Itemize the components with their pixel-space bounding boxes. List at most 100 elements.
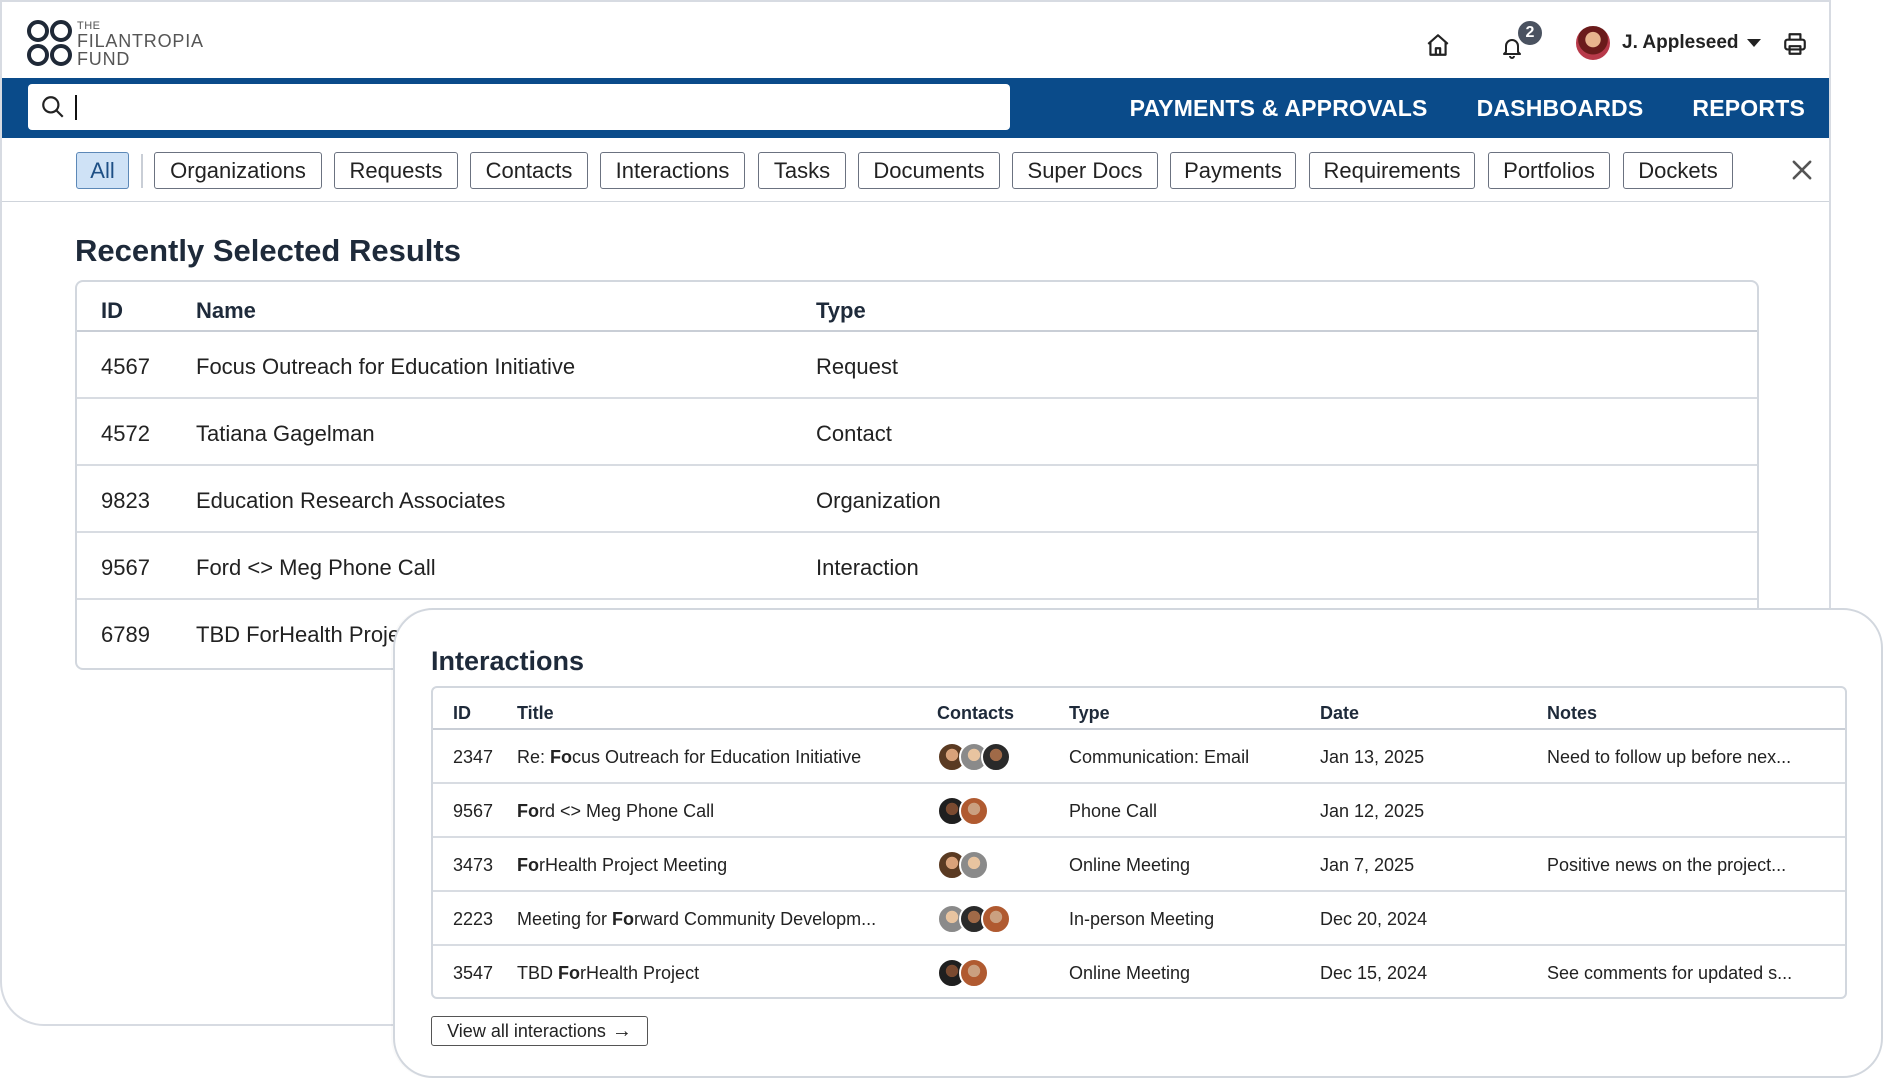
row-name: TBD ForHealth Proje (196, 622, 401, 647)
close-icon[interactable] (1788, 156, 1816, 184)
user-menu[interactable]: J. Appleseed (1574, 24, 1761, 62)
filter-chip-super-docs[interactable]: Super Docs (1012, 152, 1158, 189)
contact-avatars[interactable] (937, 742, 1011, 772)
interactions-title: Interactions (431, 646, 585, 676)
row-name: Ford <> Meg Phone Call (196, 555, 436, 580)
column-header-type: Type (1069, 703, 1110, 723)
filter-divider (141, 154, 143, 188)
table-row[interactable]: 9823 Education Research Associates Organ… (77, 466, 1757, 533)
table-header: ID Title Contacts Type Date Notes (433, 688, 1845, 730)
main-navbar: PAYMENTS & APPROVALS DASHBOARDS REPORTS (2, 78, 1829, 138)
filter-chip-tasks[interactable]: Tasks (758, 152, 846, 189)
row-id: 4572 (101, 421, 150, 446)
search-icon (40, 94, 66, 125)
table-row[interactable]: 2347 Re: Focus Outreach for Education In… (433, 730, 1845, 784)
brand-logo[interactable]: THE FILANTROPIA FUND (27, 20, 204, 68)
row-title: Re: Focus Outreach for Education Initiat… (517, 747, 862, 767)
row-title: Meeting for Forward Community Developm..… (517, 909, 877, 929)
avatar (959, 796, 989, 826)
row-title: ForHealth Project Meeting (517, 855, 728, 875)
row-id: 9823 (101, 488, 150, 513)
column-header-name: Name (196, 298, 256, 323)
table-row[interactable]: 4567 Focus Outreach for Education Initia… (77, 332, 1757, 399)
table-row[interactable]: 4572 Tatiana Gagelman Contact (77, 399, 1757, 466)
avatar (981, 904, 1011, 934)
interactions-table: ID Title Contacts Type Date Notes 2347 R… (431, 686, 1847, 999)
row-date: Jan 7, 2025 (1320, 855, 1415, 875)
logo-mark-icon (27, 20, 75, 68)
table-row[interactable]: 9567 Ford <> Meg Phone Call Phone Call J… (433, 784, 1845, 838)
row-type: Contact (816, 421, 892, 446)
row-id: 3547 (453, 963, 494, 983)
view-all-interactions-button[interactable]: View all interactions → (431, 1016, 648, 1046)
nav-dashboards[interactable]: DASHBOARDS (1477, 95, 1644, 122)
print-icon[interactable] (1781, 30, 1809, 58)
logo-line1: FILANTROPIA (77, 30, 204, 51)
row-date: Jan 13, 2025 (1320, 747, 1425, 767)
avatar (1574, 24, 1612, 62)
row-id: 9567 (453, 801, 494, 821)
nav-links: PAYMENTS & APPROVALS DASHBOARDS REPORTS (1081, 78, 1805, 138)
arrow-right-icon: → (611, 1019, 632, 1042)
table-row[interactable]: 3547 TBD ForHealth Project Online Meetin… (433, 946, 1845, 997)
column-header-id: ID (453, 703, 471, 723)
filter-chip-payments[interactable]: Payments (1170, 152, 1296, 189)
column-header-contacts: Contacts (937, 703, 1015, 723)
filter-chip-interactions[interactable]: Interactions (600, 152, 745, 189)
filter-chip-all[interactable]: All (76, 152, 129, 189)
filter-chip-contacts[interactable]: Contacts (470, 152, 588, 189)
row-notes: Positive news on the project... (1547, 855, 1787, 875)
avatar (959, 958, 989, 988)
filter-chip-requests[interactable]: Requests (334, 152, 458, 189)
logo-line2: FUND (77, 48, 131, 69)
home-icon[interactable] (1424, 31, 1452, 59)
row-type: Online Meeting (1069, 855, 1191, 875)
column-header-type: Type (816, 298, 866, 323)
row-date: Jan 12, 2025 (1320, 801, 1425, 821)
row-type: Request (816, 354, 898, 379)
row-notes: See comments for updated s... (1547, 963, 1793, 983)
row-id: 6789 (101, 622, 150, 647)
chevron-down-icon (1746, 39, 1761, 47)
notification-badge: 2 (1515, 18, 1545, 48)
table-row[interactable]: 3473 ForHealth Project Meeting Online Me… (433, 838, 1845, 892)
filter-chip-requirements[interactable]: Requirements (1309, 152, 1475, 189)
filter-chip-organizations[interactable]: Organizations (154, 152, 322, 189)
contact-avatars[interactable] (937, 958, 989, 988)
filter-chip-documents[interactable]: Documents (858, 152, 1000, 189)
contact-avatars[interactable] (937, 850, 989, 880)
filter-chip-dockets[interactable]: Dockets (1623, 152, 1733, 189)
row-id: 4567 (101, 354, 150, 379)
app-header: THE FILANTROPIA FUND 2 J. Appleseed (2, 0, 1829, 78)
row-id: 2347 (453, 747, 494, 767)
nav-reports[interactable]: REPORTS (1692, 95, 1805, 122)
row-title: Ford <> Meg Phone Call (517, 801, 715, 821)
table-row[interactable]: 9567 Ford <> Meg Phone Call Interaction (77, 533, 1757, 600)
row-id: 3473 (453, 855, 494, 875)
row-type: Organization (816, 488, 941, 513)
column-header-id: ID (101, 298, 123, 323)
row-id: 2223 (453, 909, 494, 929)
row-title: TBD ForHealth Project (517, 963, 700, 983)
filter-chip-portfolios[interactable]: Portfolios (1488, 152, 1610, 189)
search-input[interactable] (28, 84, 1010, 130)
column-header-date: Date (1320, 703, 1360, 723)
contact-avatars[interactable] (937, 904, 1011, 934)
row-name: Tatiana Gagelman (196, 421, 375, 446)
avatar (981, 742, 1011, 772)
filter-bar: All Organizations Requests Contacts Inte… (2, 138, 1829, 202)
avatar (959, 850, 989, 880)
row-id: 9567 (101, 555, 150, 580)
logo-wordmark: THE FILANTROPIA FUND (77, 19, 204, 69)
row-name: Focus Outreach for Education Initiative (196, 354, 576, 379)
row-type: In-person Meeting (1069, 909, 1215, 929)
row-date: Dec 15, 2024 (1320, 963, 1428, 983)
text-cursor (75, 95, 77, 120)
row-date: Dec 20, 2024 (1320, 909, 1428, 929)
table-row[interactable]: 2223 Meeting for Forward Community Devel… (433, 892, 1845, 946)
logo-the: THE (77, 19, 101, 32)
contact-avatars[interactable] (937, 796, 989, 826)
nav-payments-approvals[interactable]: PAYMENTS & APPROVALS (1130, 95, 1428, 122)
row-type: Communication: Email (1069, 747, 1250, 767)
row-type: Phone Call (1069, 801, 1158, 821)
